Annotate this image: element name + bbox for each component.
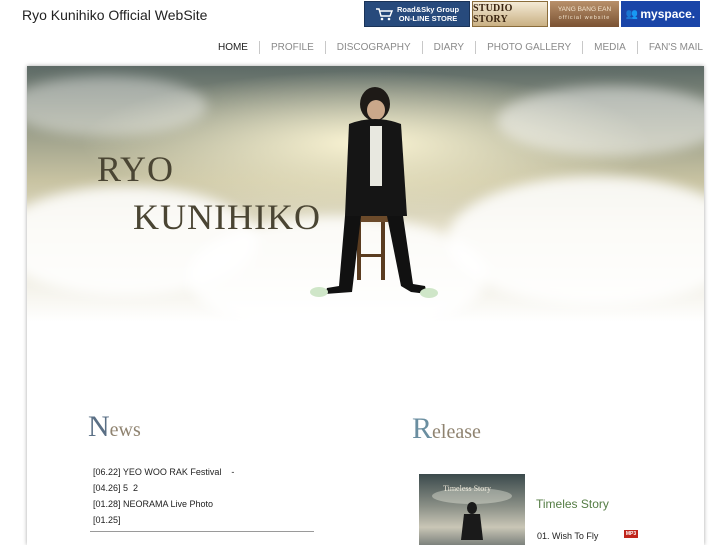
- news-item[interactable]: [06.22] YEO WOO RAK Festival -: [93, 464, 315, 480]
- news-divider: [90, 531, 314, 532]
- nav-discography[interactable]: DISCOGRAPHY: [326, 42, 422, 53]
- nav-diary[interactable]: DIARY: [423, 42, 475, 53]
- cart-icon: [375, 8, 393, 21]
- news-heading-cap: N: [88, 410, 110, 443]
- nav-photo-gallery[interactable]: PHOTO GALLERY: [476, 42, 582, 53]
- album-cover[interactable]: Timeless Story: [419, 474, 525, 545]
- yang-bang-ean-banner[interactable]: YANG BANG EAN official website: [550, 1, 619, 27]
- news-list: [06.22] YEO WOO RAK Festival - [04.26] 5…: [93, 464, 315, 528]
- myspace-banner[interactable]: 👥 myspace.: [621, 1, 700, 27]
- release-heading-rest: elease: [432, 421, 481, 443]
- mp3-badge[interactable]: MP3: [624, 530, 638, 538]
- site-title: Ryo Kunihiko Official WebSite: [22, 7, 208, 23]
- yang-banner-line2: official website: [558, 15, 611, 21]
- release-heading: Release: [412, 412, 481, 446]
- hero-name-line2: KUNIHIKO: [133, 197, 321, 237]
- news-item[interactable]: [01.25]: [93, 512, 315, 528]
- news-heading-rest: ews: [109, 419, 141, 441]
- hero-name-line1: RYO: [97, 149, 175, 189]
- artist-photo: [310, 87, 438, 298]
- myspace-label: myspace.: [640, 7, 696, 21]
- news-item[interactable]: [04.26] 5 2: [93, 480, 315, 496]
- nav-media[interactable]: MEDIA: [583, 42, 637, 53]
- hero-banner: RYO KUNIHIKO: [27, 66, 704, 322]
- news-heading: News: [88, 410, 141, 444]
- news-item[interactable]: [01.28] NEORAMA Live Photo: [93, 496, 315, 512]
- nav-profile[interactable]: PROFILE: [260, 42, 325, 53]
- store-banner-line1: Road&Sky Group: [396, 5, 460, 14]
- nav-fans-mail[interactable]: FAN'S MAIL: [638, 42, 703, 53]
- store-banner-line2: ON-LINE STORE: [398, 14, 458, 23]
- main-nav: HOME PROFILE DISCOGRAPHY DIARY PHOTO GAL…: [207, 41, 703, 54]
- studio-story-banner[interactable]: STUDIO STORY: [472, 1, 548, 27]
- yang-banner-line1: YANG BANG EAN: [557, 6, 612, 13]
- album-artwork: [432, 488, 512, 540]
- content-frame: RYO KUNIHIKO News [06.22] YEO WOO RAK Fe…: [27, 66, 704, 545]
- album-title[interactable]: Timeles Story: [536, 497, 609, 511]
- myspace-people-icon: 👥: [625, 8, 639, 20]
- nav-home[interactable]: HOME: [207, 42, 259, 53]
- track-item[interactable]: 01. Wish To Fly: [537, 531, 598, 541]
- release-heading-cap: R: [412, 412, 433, 445]
- online-store-banner[interactable]: Road&Sky Group ON-LINE STORE: [364, 1, 470, 27]
